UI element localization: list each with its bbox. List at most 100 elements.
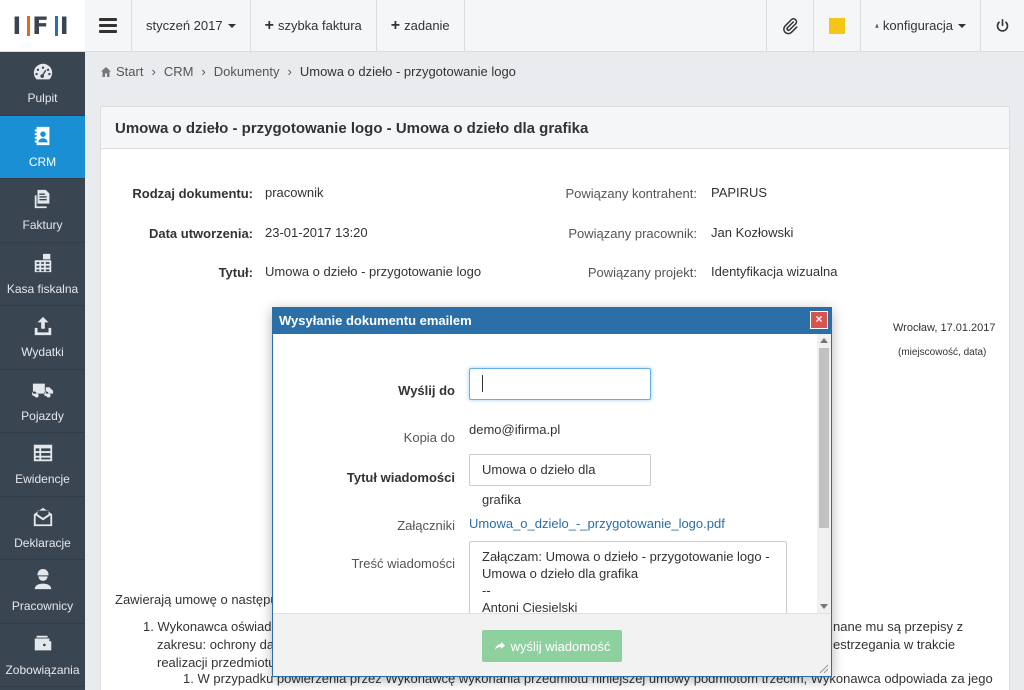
field-value-employee: Jan Kozłowski — [711, 225, 794, 240]
sidebar: IFI Pulpit CRM Faktury Kasa fiskalna Wyd… — [0, 0, 85, 690]
breadcrumb-current: Umowa o dzieło - przygotowanie logo — [299, 64, 516, 79]
breadcrumb-crm[interactable]: CRM — [164, 64, 194, 79]
breadcrumb-separator: › — [151, 64, 156, 79]
sidebar-item-zobowiazania[interactable]: Zobowiązania — [0, 624, 85, 687]
attachment-link[interactable]: Umowa_o_dzielo_-_przygotowanie_logo.pdf — [469, 514, 725, 534]
power-icon — [996, 18, 1009, 32]
period-dropdown[interactable]: styczeń 2017 — [132, 0, 251, 51]
task-button[interactable]: + zadanie — [377, 0, 465, 51]
sidebar-item-label: CRM — [28, 154, 57, 169]
breadcrumb-dokumenty[interactable]: Dokumenty — [214, 64, 280, 79]
send-label: wyślij wiadomość — [510, 638, 611, 654]
scroll-thumb[interactable] — [819, 348, 829, 528]
message-body-textarea[interactable]: Załączam: Umowa o dzieło - przygotowanie… — [469, 541, 787, 613]
logout-button[interactable] — [980, 0, 1024, 51]
body-label: Treść wiadomości — [351, 556, 455, 571]
config-dropdown[interactable]: konfiguracja — [860, 0, 980, 51]
home-icon — [101, 66, 111, 77]
field-label: Tytuł: — [218, 265, 253, 280]
field-value-project: Identyfikacja wizualna — [711, 264, 838, 279]
sidebar-item-pracownicy[interactable]: Pracownicy — [0, 560, 85, 624]
dialog-header: Wysyłanie dokumentu emailem × — [273, 308, 831, 334]
sidebar-item-wydatki[interactable]: Wydatki — [0, 306, 85, 370]
sidebar-item-label: Pracownicy — [11, 599, 74, 614]
sidebar-item-faktury[interactable]: Faktury — [0, 179, 85, 243]
breadcrumb-start[interactable]: Start — [116, 64, 143, 79]
cc-label: Kopia do — [403, 430, 455, 445]
sidebar-item-crm[interactable]: CRM — [0, 115, 85, 179]
sidebar-item-label: Ewidencje — [15, 472, 70, 487]
doc-text-line: nane mu są przepisy z — [833, 619, 964, 634]
sidebar-item-label: Faktury — [22, 218, 63, 233]
doc-place-date: Wrocław, 17.01.2017 — [893, 322, 996, 334]
field-value-title: Umowa o dzieło - przygotowanie logo — [265, 264, 482, 279]
subject-label: Tytuł wiadomości — [346, 470, 455, 485]
field-label: Powiązany pracownik: — [568, 226, 697, 241]
to-email-input[interactable] — [469, 368, 651, 400]
doc-text-line: 1. Wykonawca oświadc — [143, 619, 278, 634]
period-label: styczeń 2017 — [146, 18, 223, 33]
sidebar-item-label: Pojazdy — [21, 408, 64, 423]
table-icon — [33, 445, 52, 462]
field-label: Powiązany projekt: — [587, 265, 697, 280]
envelope-icon — [33, 507, 52, 526]
sidebar-item-kasa-fiskalna[interactable]: Kasa fiskalna — [0, 243, 85, 306]
sticky-note-icon — [829, 17, 845, 34]
upload-icon — [34, 317, 51, 336]
sidebar-item-pulpit[interactable]: Pulpit — [0, 52, 85, 116]
dialog-scrollbar[interactable] — [817, 334, 831, 613]
hamburger-icon — [99, 15, 117, 36]
paperclip-icon — [783, 17, 798, 34]
field-value-created: 23-01-2017 13:20 — [265, 225, 368, 240]
send-message-button[interactable]: wyślij wiadomość — [482, 630, 622, 662]
user-icon — [875, 23, 879, 28]
wallet-icon — [34, 635, 51, 651]
scroll-down-icon[interactable] — [820, 604, 828, 609]
caret-down-icon — [958, 23, 966, 28]
field-label: Data utworzenia: — [148, 226, 253, 241]
logo-text: IFI — [12, 11, 73, 40]
sidebar-item-label: Kasa fiskalna — [6, 281, 79, 296]
breadcrumb-separator: › — [287, 64, 292, 79]
menu-toggle-button[interactable] — [85, 0, 132, 51]
close-button[interactable]: × — [810, 311, 828, 329]
field-value-contractor: PAPIRUS — [711, 185, 768, 200]
plus-icon: + — [390, 16, 401, 34]
dialog-footer: wyślij wiadomość — [273, 613, 831, 676]
panel-title: Umowa o dzieło - przygotowanie logo - Um… — [101, 107, 1009, 149]
config-label: konfiguracja — [882, 18, 953, 33]
sidebar-item-ewidencje[interactable]: Ewidencje — [0, 433, 85, 497]
plus-icon: + — [264, 16, 274, 34]
attachments-button[interactable] — [766, 0, 813, 51]
contacts-icon — [34, 126, 49, 145]
doc-text-line: zakresu: ochrony da — [157, 637, 275, 652]
caret-down-icon — [227, 23, 236, 28]
breadcrumb-separator: › — [201, 64, 206, 79]
task-label: zadanie — [404, 18, 450, 33]
doc-place-date-caption: (miejscowość, data) — [898, 347, 987, 358]
share-arrow-icon — [494, 642, 505, 650]
attachments-label: Załączniki — [397, 518, 455, 533]
calculator-icon — [34, 253, 51, 272]
quick-invoice-button[interactable]: + szybka faktura — [251, 0, 377, 51]
worker-icon — [34, 569, 51, 590]
sidebar-item-deklaracje[interactable]: Deklaracje — [0, 497, 85, 560]
resize-grip-icon[interactable] — [819, 664, 829, 674]
notes-button[interactable] — [813, 0, 860, 51]
scroll-up-icon[interactable] — [820, 338, 828, 343]
send-email-dialog: Wysyłanie dokumentu emailem × Wyślij do … — [272, 307, 832, 677]
breadcrumb: Start › CRM › Dokumenty › Umowa o dzieło… — [100, 64, 516, 79]
sidebar-item-label: Zobowiązania — [5, 662, 80, 677]
dialog-title: Wysyłanie dokumentu emailem — [279, 313, 472, 328]
subject-input[interactable]: Umowa o dzieło dla grafika — [469, 454, 651, 507]
cc-value: demo@ifirma.pl — [469, 422, 561, 437]
dialog-body: Wyślij do Kopia do demo@ifirma.pl Tytuł … — [273, 334, 818, 613]
field-label: Rodzaj dokumentu: — [132, 186, 253, 201]
sidebar-item-pojazdy[interactable]: Pojazdy — [0, 370, 85, 433]
invoice-icon — [34, 190, 49, 209]
field-value-doc-type: pracownik — [265, 185, 324, 200]
sidebar-item-label: Deklaracje — [14, 535, 71, 550]
to-label: Wyślij do — [398, 383, 455, 398]
sidebar-item-label: Wydatki — [21, 345, 64, 360]
logo[interactable]: IFI — [0, 0, 85, 52]
